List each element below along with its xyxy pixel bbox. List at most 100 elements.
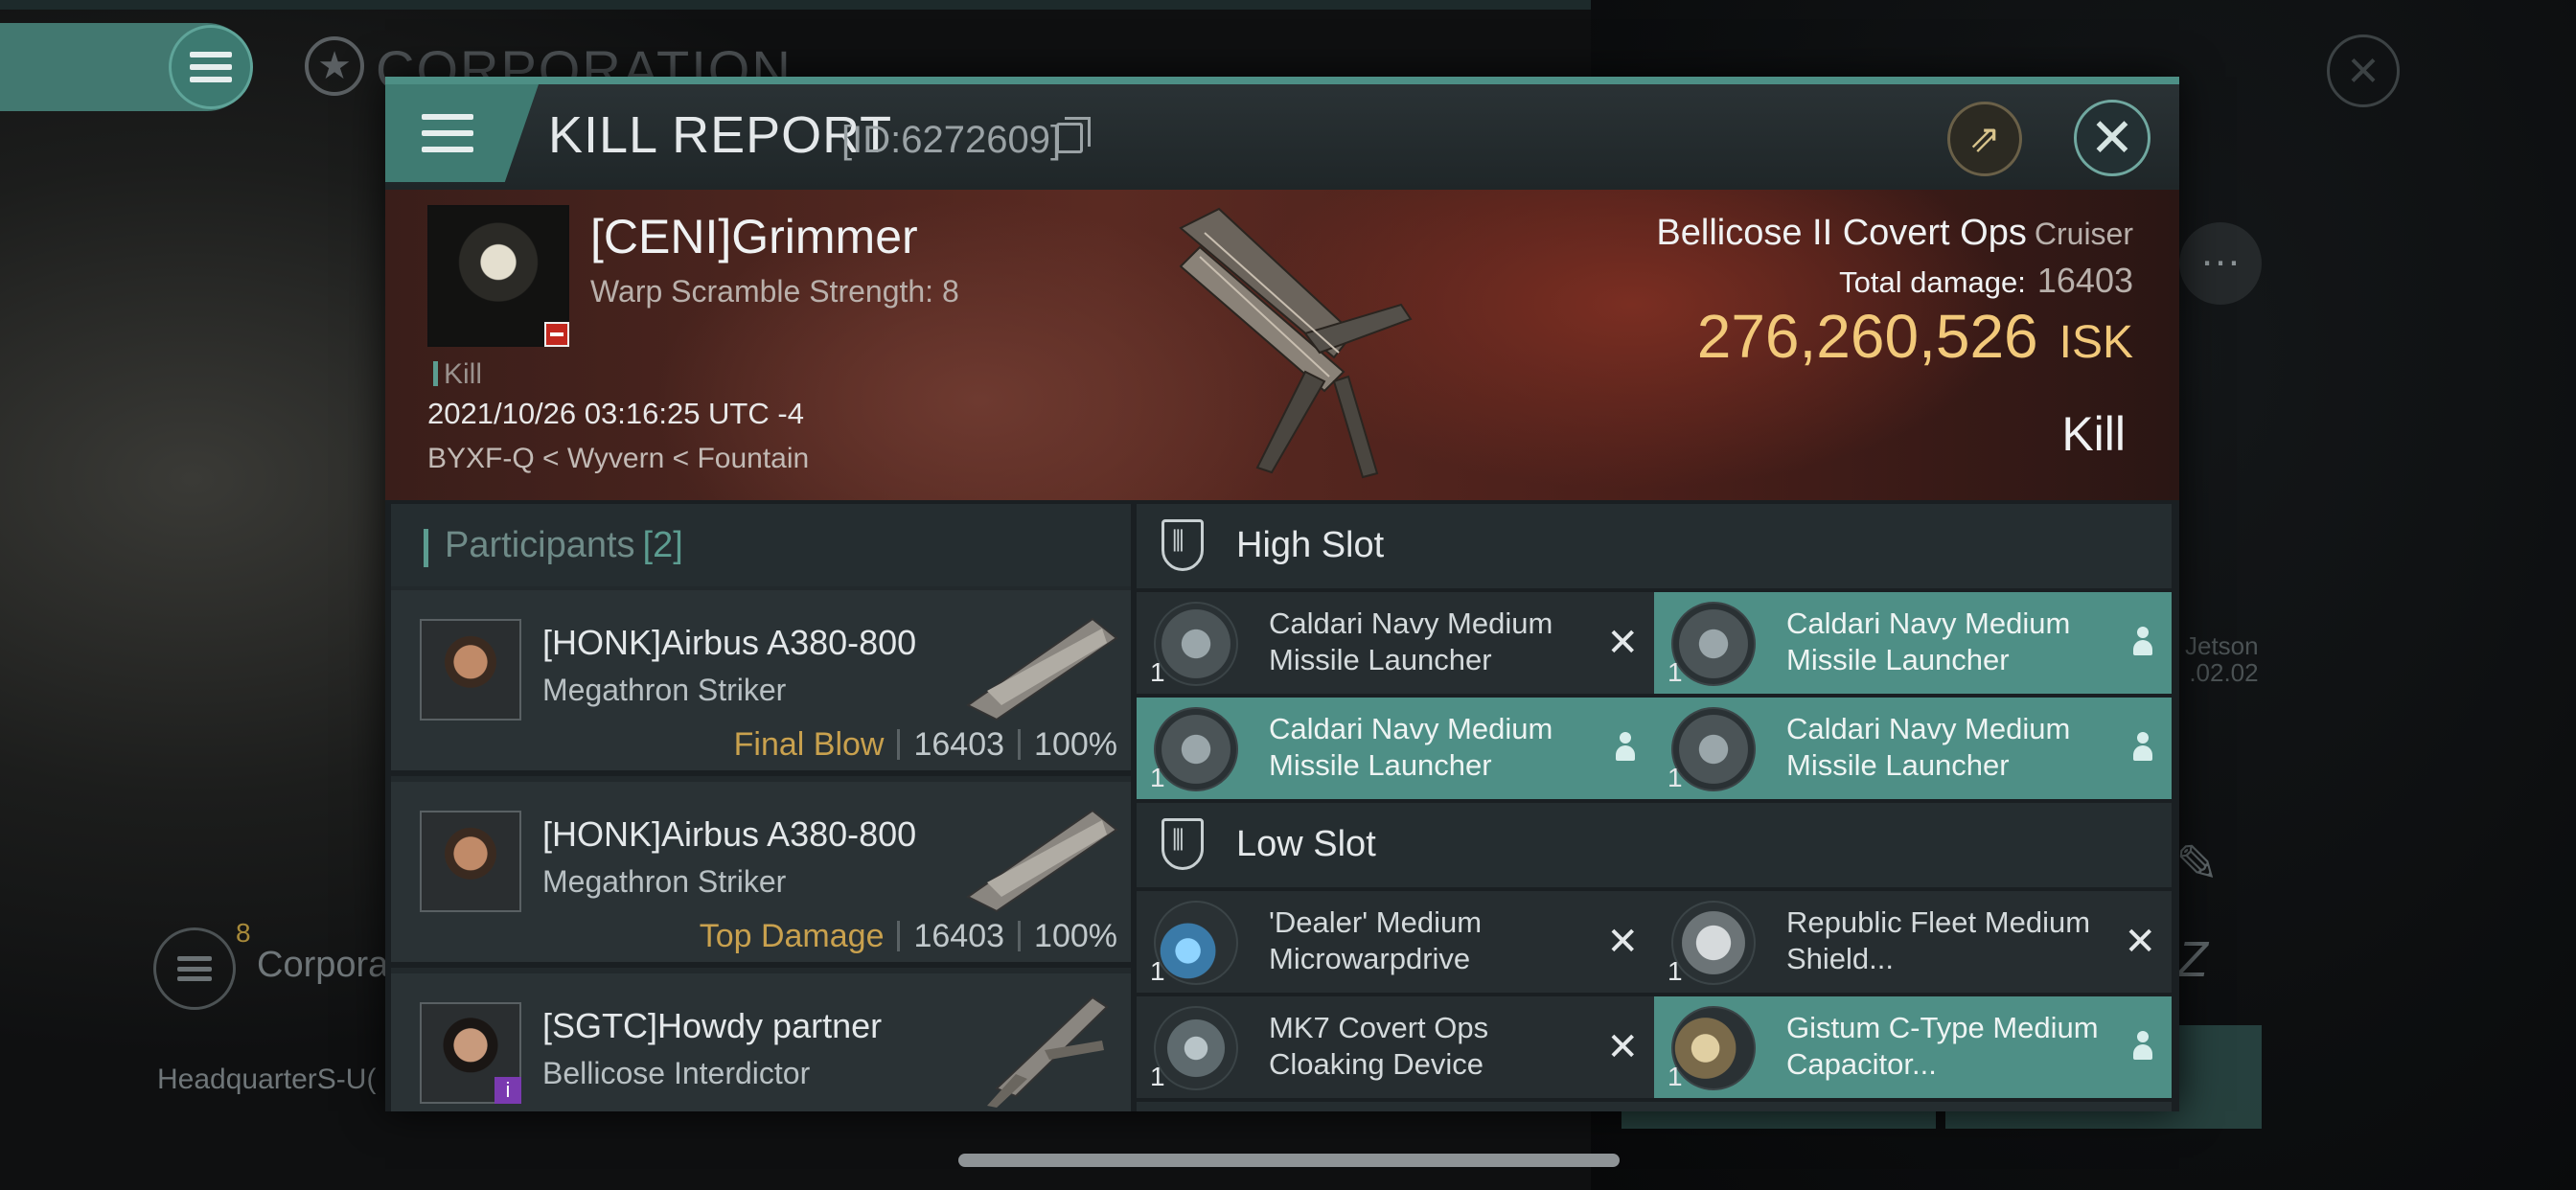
participant-ship: Megathron Striker xyxy=(542,673,787,707)
participant-percent: 100% xyxy=(1034,918,1117,954)
menu-icon xyxy=(177,956,212,981)
victim-name[interactable]: [CENI]Grimmer xyxy=(590,209,918,264)
isk-unit: ISK xyxy=(2058,317,2133,368)
module-name: Caldari Navy Medium Missile Launcher xyxy=(1269,606,1553,676)
participant-avatar[interactable] xyxy=(420,811,521,912)
copy-icon[interactable] xyxy=(1056,117,1091,153)
module-qty: 1 xyxy=(1668,1062,1683,1091)
dropped-person-icon xyxy=(2131,732,2154,763)
victim-ship-image[interactable] xyxy=(1114,190,1459,500)
module-qty: 1 xyxy=(1150,956,1165,986)
module-item[interactable]: 1 Caldari Navy Medium Missile Launcher xyxy=(1654,592,2172,694)
participant-name: [HONK]Airbus A380-800 xyxy=(542,814,917,854)
high-slot-icon xyxy=(1162,519,1204,571)
participant-ship-image xyxy=(966,617,1118,721)
module-name: Gistum C-Type Medium Capacitor... xyxy=(1786,1011,2099,1081)
module-item[interactable]: 1 Caldari Navy Medium Missile Launcher xyxy=(1654,698,2172,799)
module-qty: 1 xyxy=(1150,657,1165,687)
participant-percent: 100% xyxy=(1034,726,1117,763)
kill-tag: Kill xyxy=(433,358,482,391)
jetson-line-1: Jetson xyxy=(2185,631,2259,660)
module-item[interactable]: 1 Caldari Navy Medium Missile Launcher xyxy=(1137,698,1654,799)
module-item[interactable]: 1 'Dealer' Medium Microwarpdrive ✕ xyxy=(1137,891,1654,993)
fitting-panel: High Slot 1 Caldari Navy Medium Missile … xyxy=(1131,504,2179,1111)
corporation-badge: 8 xyxy=(236,918,251,948)
module-item[interactable]: 1 Caldari Navy Medium Missile Launcher ✕ xyxy=(1137,592,1654,694)
participant-ship-image xyxy=(987,995,1109,1108)
participant-row[interactable]: i [SGTC]Howdy partner Bellicose Interdic… xyxy=(391,973,1131,1111)
module-name: Caldari Navy Medium Missile Launcher xyxy=(1786,606,2071,676)
module-name: Caldari Navy Medium Missile Launcher xyxy=(1786,712,2071,782)
home-indicator[interactable] xyxy=(958,1154,1620,1167)
shield-extender-icon xyxy=(1671,901,1756,985)
module-qty: 1 xyxy=(1150,1062,1165,1091)
participants-header: Participants [2] xyxy=(391,504,1131,586)
more-options-icon[interactable]: … xyxy=(2179,222,2262,305)
kill-date: 2021/10/26 03:16:25 UTC -4 xyxy=(427,397,804,430)
standing-minus-icon xyxy=(544,322,569,347)
module-name: Caldari Navy Medium Missile Launcher xyxy=(1269,712,1553,782)
total-damage-value: 16403 xyxy=(2036,261,2133,300)
close-button[interactable]: ✕ xyxy=(2074,100,2150,176)
missile-launcher-icon xyxy=(1154,602,1238,686)
kill-location[interactable]: BYXF-Q < Wyvern < Fountain xyxy=(427,443,809,475)
destroyed-x-icon: ✕ xyxy=(1606,622,1639,664)
destroyed-x-icon: ✕ xyxy=(1606,921,1639,963)
high-slot-title: High Slot xyxy=(1236,525,1385,565)
victim-subtitle: Warp Scramble Strength: 8 xyxy=(590,274,959,309)
ship-class-text: Cruiser xyxy=(2034,217,2133,251)
low-slot-title: Low Slot xyxy=(1236,824,1376,864)
menu-icon xyxy=(422,114,473,152)
corporation-star-icon: ★ xyxy=(305,36,364,96)
participant-damage: 16403 xyxy=(913,726,1005,763)
corporation-menu-button[interactable] xyxy=(153,927,236,1010)
share-icon: ⇗ xyxy=(1968,118,2001,160)
low-slot-icon xyxy=(1162,818,1204,870)
low-slot-header: Low Slot xyxy=(1137,803,2172,887)
module-qty: 1 xyxy=(1668,657,1683,687)
participant-ship: Bellicose Interdictor xyxy=(542,1056,811,1090)
participant-name: [SGTC]Howdy partner xyxy=(542,1006,883,1045)
participant-stats: Final Blow 16403 100% xyxy=(734,726,1117,764)
module-item[interactable]: 1 MK7 Covert Ops Cloaking Device ✕ xyxy=(1137,996,1654,1098)
share-button[interactable]: ⇗ xyxy=(1947,102,2022,176)
module-name: 'Dealer' Medium Microwarpdrive xyxy=(1269,905,1483,975)
destroyed-x-icon: ✕ xyxy=(1606,1026,1639,1068)
victim-ship-name[interactable]: Bellicose II Covert Ops Cruiser xyxy=(1656,213,2133,254)
background-menu-button[interactable] xyxy=(169,25,253,109)
participant-row[interactable]: [HONK]Airbus A380-800 Megathron Striker … xyxy=(391,782,1131,968)
settings-z-icon[interactable]: Z xyxy=(2177,931,2208,989)
edit-icon[interactable]: ✎ xyxy=(2175,834,2219,894)
microwarpdrive-icon xyxy=(1154,901,1238,985)
module-qty: 1 xyxy=(1668,956,1683,986)
participants-title: Participants xyxy=(445,525,635,565)
menu-icon xyxy=(190,52,232,82)
dialog-accent-line xyxy=(385,77,2179,84)
corporation-label: Corpora xyxy=(257,945,389,985)
isk-value: 276,260,526 ISK xyxy=(1697,301,2133,372)
dropped-person-icon xyxy=(2131,1031,2154,1062)
jetson-line-2: .02.02 xyxy=(2189,658,2259,687)
ship-name-text: Bellicose II Covert Ops xyxy=(1656,213,2027,253)
module-name: Republic Fleet Medium Shield... xyxy=(1786,905,2091,975)
top-damage-label: Top Damage xyxy=(699,918,885,954)
mid-slot-header xyxy=(1137,1102,2172,1111)
capacitor-icon xyxy=(1671,1006,1756,1090)
module-item[interactable]: 1 Republic Fleet Medium Shield... ✕ xyxy=(1654,891,2172,993)
missile-launcher-icon xyxy=(1154,707,1238,791)
kill-result: Kill xyxy=(2061,407,2126,461)
module-qty: 1 xyxy=(1668,763,1683,792)
participant-avatar[interactable] xyxy=(420,619,521,721)
module-item[interactable]: 1 Gistum C-Type Medium Capacitor... xyxy=(1654,996,2172,1098)
kill-id: [ID:6272609] xyxy=(841,119,1062,161)
kill-report-dialog: KILL REPORT [ID:6272609] ⇗ ✕ [CENI]Grimm… xyxy=(385,77,2179,1111)
dropped-person-icon xyxy=(1614,732,1637,763)
isk-amount: 276,260,526 xyxy=(1696,302,2038,371)
module-name: MK7 Covert Ops Cloaking Device xyxy=(1269,1011,1489,1081)
participant-row[interactable]: [HONK]Airbus A380-800 Megathron Striker … xyxy=(391,590,1131,776)
participant-ship: Megathron Striker xyxy=(542,864,787,899)
high-slot-header: High Slot xyxy=(1137,504,2172,588)
destroyed-x-icon: ✕ xyxy=(2124,921,2156,963)
participant-stats: Top Damage 16403 100% xyxy=(700,918,1117,955)
background-close-icon[interactable]: × xyxy=(2327,34,2400,107)
